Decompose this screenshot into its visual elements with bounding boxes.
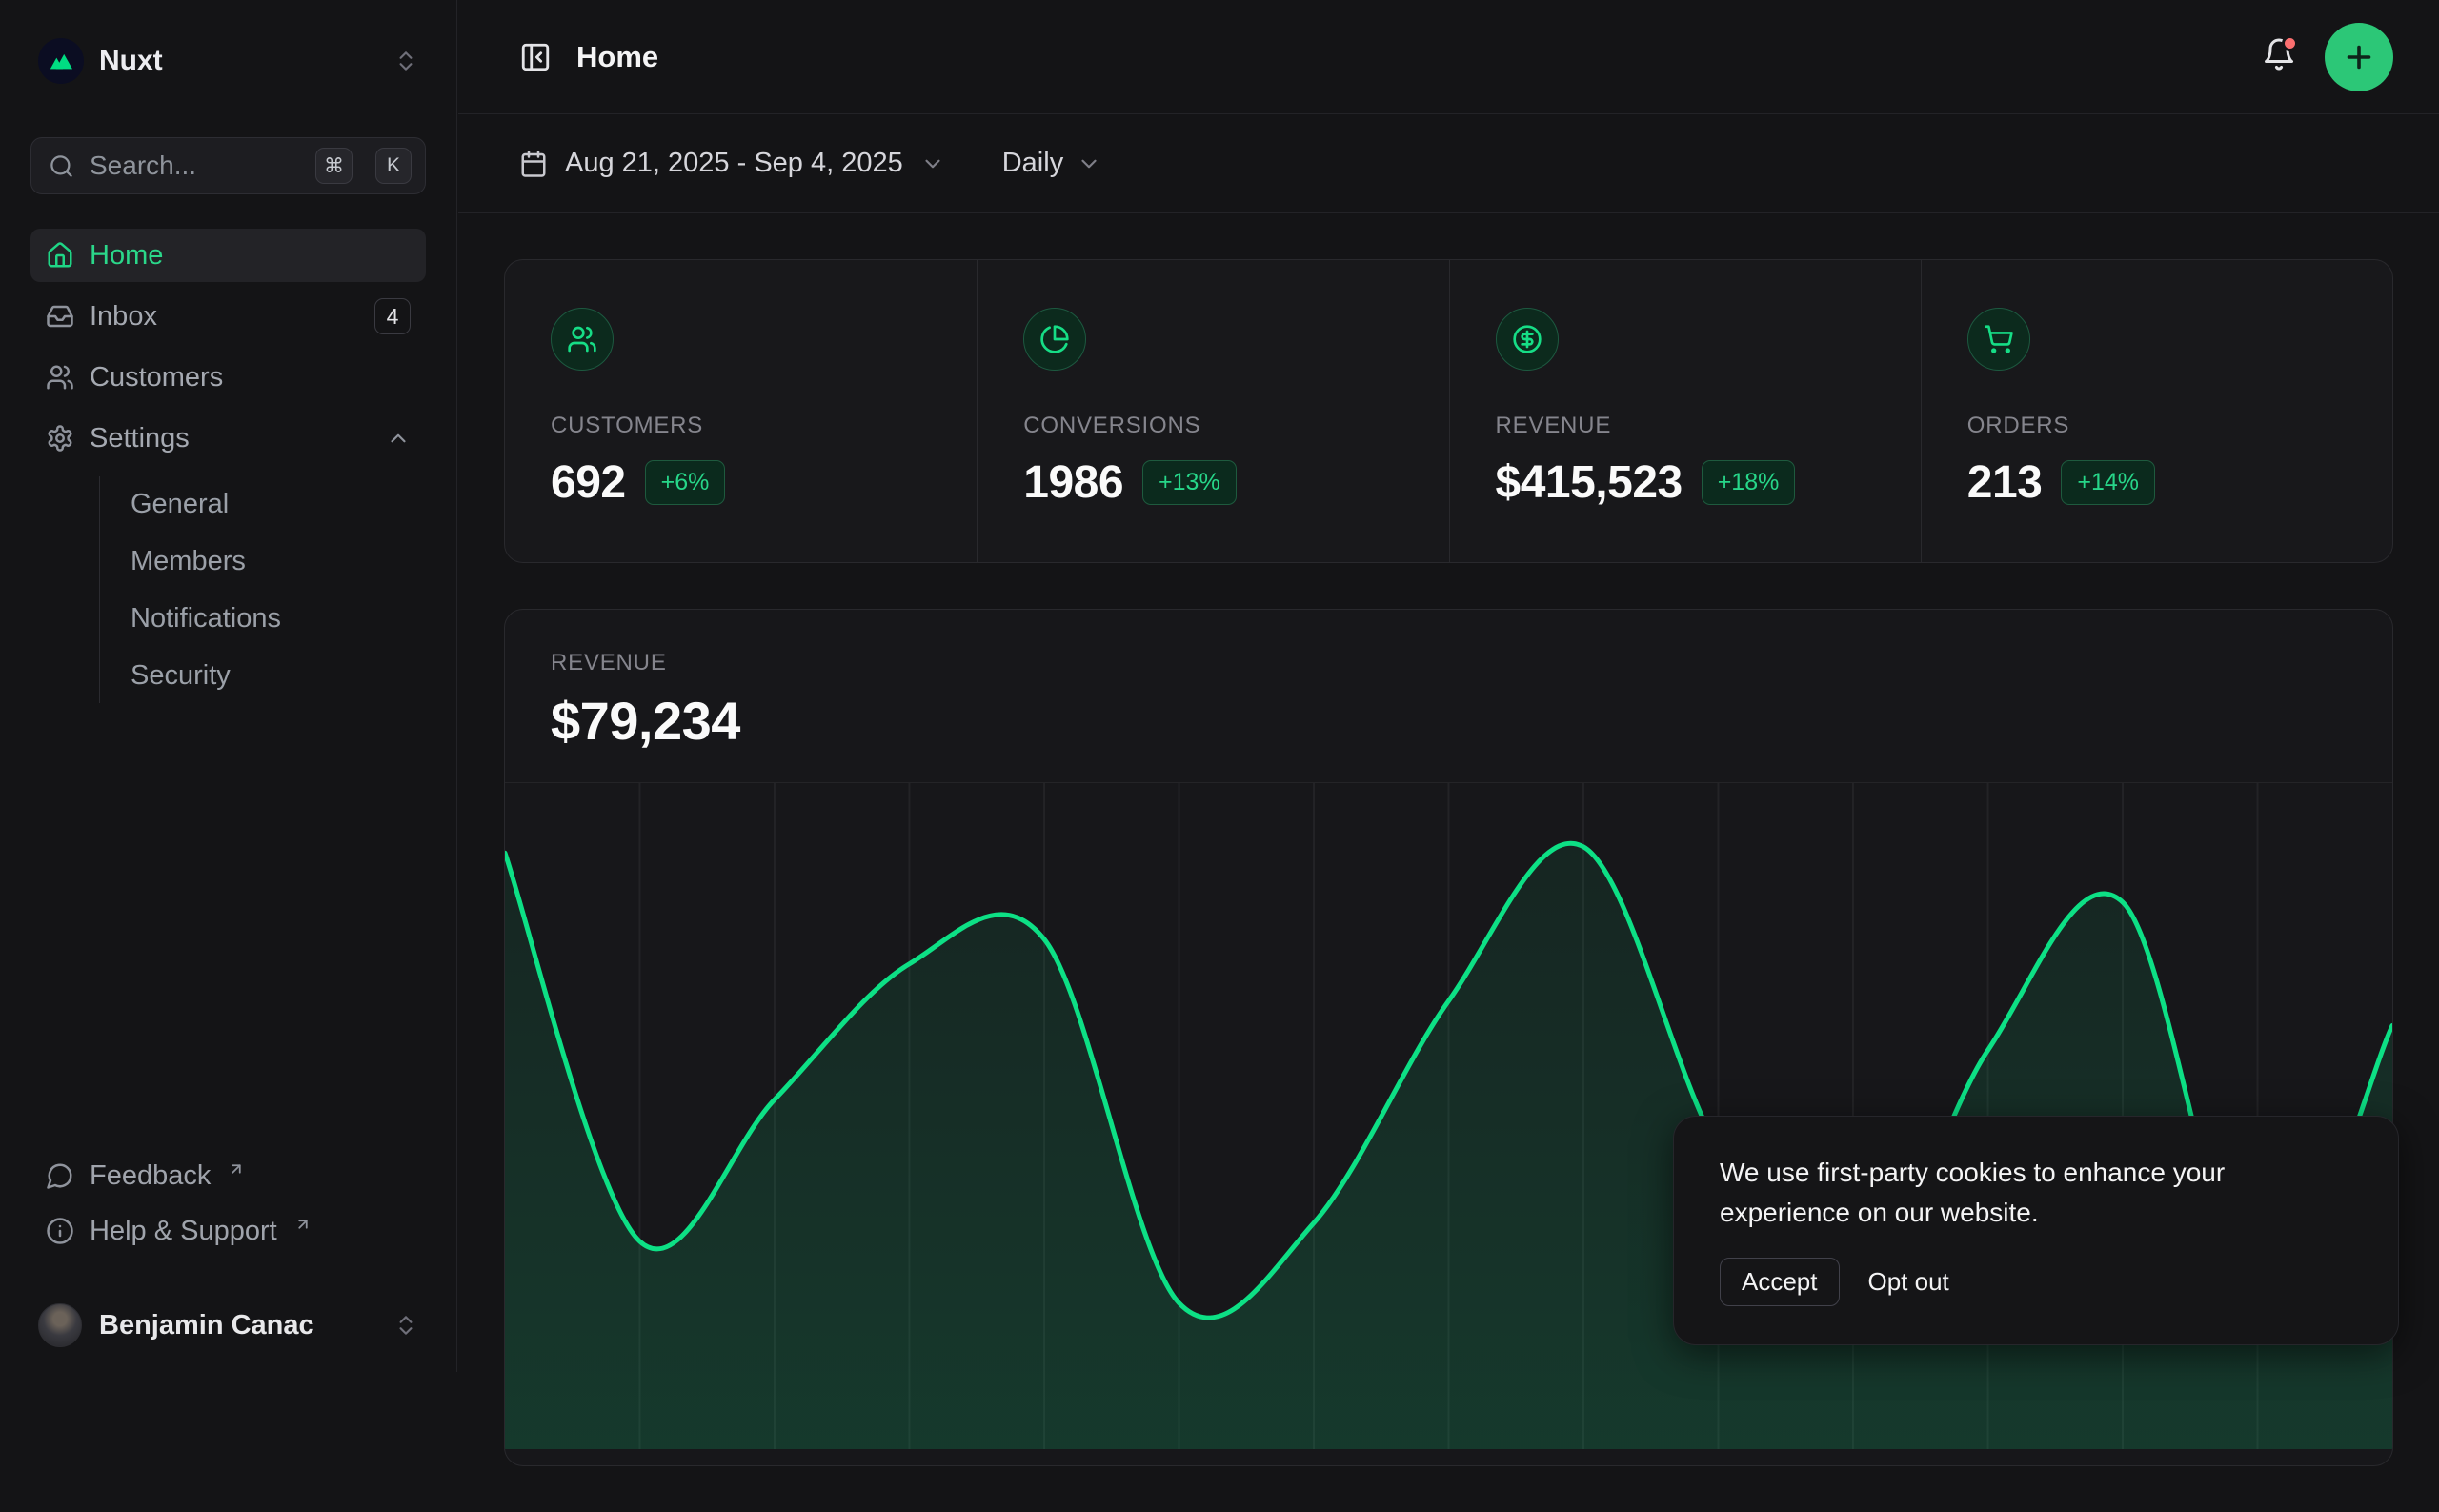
search-input[interactable]: Search... ⌘ K <box>30 137 426 194</box>
stat-delta-badge: +6% <box>645 460 726 505</box>
team-name: Nuxt <box>99 45 378 77</box>
cookie-banner: We use first-party cookies to enhance yo… <box>1673 1116 2399 1345</box>
message-circle-icon <box>46 1161 74 1190</box>
sidebar-item-notifications[interactable]: Notifications <box>131 591 426 646</box>
panel-left-close-icon <box>519 41 552 73</box>
filters-toolbar: Aug 21, 2025 - Sep 4, 2025 Daily <box>458 114 2439 213</box>
notification-dot <box>2282 35 2298 51</box>
stat-conversions[interactable]: CONVERSIONS 1986 +13% <box>977 260 1448 562</box>
avatar <box>38 1303 82 1347</box>
search-icon <box>49 153 74 179</box>
inbox-icon <box>46 302 74 331</box>
chevrons-up-down-icon <box>393 49 418 73</box>
team-switcher[interactable]: Nuxt <box>30 38 426 84</box>
stat-delta-badge: +14% <box>2061 460 2155 505</box>
granularity-label: Daily <box>1002 148 1063 179</box>
user-name: Benjamin Canac <box>99 1310 376 1341</box>
opt-out-button[interactable]: Opt out <box>1868 1267 1949 1297</box>
sidebar: Nuxt Search... ⌘ K Home Inbox 4 Customer… <box>0 0 457 1372</box>
sidebar-nav: Home Inbox 4 Customers Settings General … <box>30 229 426 703</box>
stat-delta-badge: +13% <box>1142 460 1237 505</box>
dollar-circle-icon <box>1496 308 1559 371</box>
sidebar-item-settings[interactable]: Settings <box>30 412 426 465</box>
stat-label: ORDERS <box>1967 413 2347 439</box>
sidebar-item-home[interactable]: Home <box>30 229 426 282</box>
nuxt-logo-icon <box>38 38 84 84</box>
home-icon <box>46 241 74 270</box>
stat-value: 213 <box>1967 456 2043 509</box>
granularity-select[interactable]: Daily <box>1002 148 1101 179</box>
stat-value: 692 <box>551 456 626 509</box>
stat-delta-badge: +18% <box>1702 460 1796 505</box>
inbox-count-badge: 4 <box>374 298 411 334</box>
feedback-link[interactable]: Feedback <box>30 1148 426 1203</box>
main-area: Home Aug 21, 2025 - Sep 4, 2025 Daily <box>458 0 2439 1372</box>
pie-chart-icon <box>1023 308 1086 371</box>
arrow-up-right-icon <box>294 1216 312 1233</box>
users-icon <box>46 363 74 392</box>
chevron-down-icon <box>1077 151 1101 176</box>
chevron-down-icon <box>920 151 945 176</box>
arrow-up-right-icon <box>228 1160 245 1178</box>
cart-icon <box>1967 308 2030 371</box>
kbd-cmd: ⌘ <box>315 148 353 184</box>
calendar-icon <box>519 150 548 178</box>
plus-icon <box>2342 40 2376 74</box>
sidebar-item-customers[interactable]: Customers <box>30 351 426 404</box>
kbd-k: K <box>375 148 412 184</box>
sidebar-item-security[interactable]: Security <box>131 648 426 703</box>
chevrons-up-down-icon <box>393 1313 418 1338</box>
info-icon <box>46 1217 74 1245</box>
search-placeholder: Search... <box>90 151 300 181</box>
date-range-picker[interactable]: Aug 21, 2025 - Sep 4, 2025 <box>519 148 945 179</box>
sidebar-item-general[interactable]: General <box>131 476 426 532</box>
page-header: Home <box>458 0 2439 114</box>
revenue-card-label: REVENUE <box>551 650 2347 676</box>
settings-subnav: General Members Notifications Security <box>99 476 426 703</box>
revenue-card-value: $79,234 <box>551 690 2347 752</box>
cookie-message: We use first-party cookies to enhance yo… <box>1720 1153 2352 1233</box>
stat-revenue[interactable]: REVENUE $415,523 +18% <box>1449 260 1921 562</box>
gear-icon <box>46 424 74 453</box>
stat-label: CUSTOMERS <box>551 413 931 439</box>
sidebar-footer: Feedback Help & Support Benjamin Canac <box>0 1148 456 1372</box>
stats-cards: CUSTOMERS 692 +6% CONVERSIONS 1986 +13% <box>504 259 2393 563</box>
date-range-label: Aug 21, 2025 - Sep 4, 2025 <box>565 148 903 179</box>
chevron-up-icon <box>386 426 411 451</box>
user-menu[interactable]: Benjamin Canac <box>0 1280 456 1372</box>
users-icon <box>551 308 614 371</box>
accept-cookies-button[interactable]: Accept <box>1720 1258 1840 1306</box>
stat-orders[interactable]: ORDERS 213 +14% <box>1921 260 2392 562</box>
sidebar-item-inbox[interactable]: Inbox 4 <box>30 290 426 343</box>
page-title: Home <box>576 40 2262 74</box>
stat-customers[interactable]: CUSTOMERS 692 +6% <box>505 260 977 562</box>
add-button[interactable] <box>2325 23 2393 91</box>
collapse-sidebar-button[interactable] <box>519 41 552 73</box>
stat-label: REVENUE <box>1496 413 1875 439</box>
stat-value: $415,523 <box>1496 456 1683 509</box>
sidebar-item-members[interactable]: Members <box>131 534 426 589</box>
help-support-link[interactable]: Help & Support <box>30 1203 426 1259</box>
stat-value: 1986 <box>1023 456 1123 509</box>
stat-label: CONVERSIONS <box>1023 413 1402 439</box>
